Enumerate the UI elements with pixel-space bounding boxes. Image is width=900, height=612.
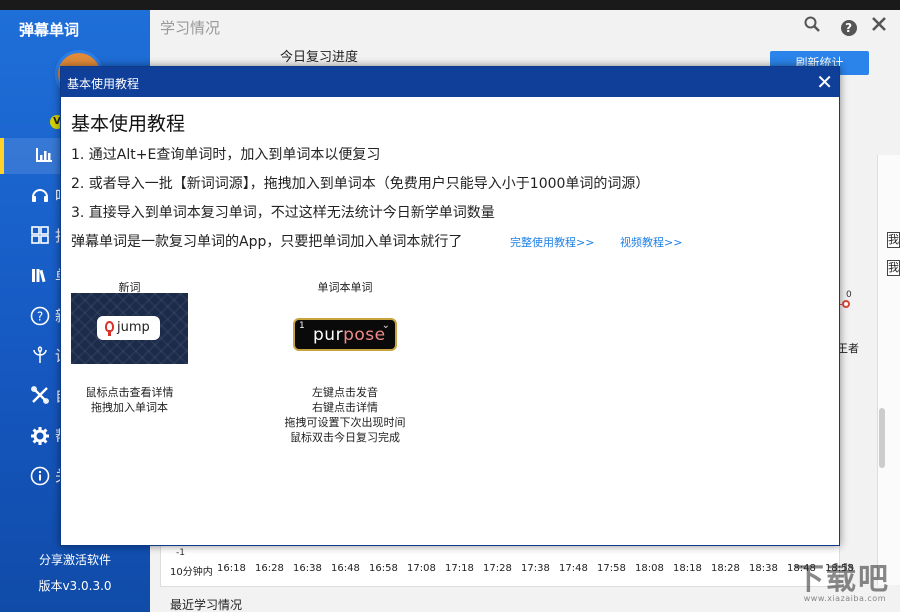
- tutorial-dialog: 基本使用教程 ✕ 基本使用教程 1. 通过Alt+E查询单词时，加入到单词本以便…: [60, 66, 840, 546]
- new-word-desc: 鼠标点击查看详情 拖拽加入单词本: [71, 385, 188, 415]
- desc-line: 右键点击详情: [265, 400, 425, 415]
- wordbook-word-demo[interactable]: 1 ⌄ purpose: [293, 318, 397, 351]
- desc-line: 左键点击发音: [265, 385, 425, 400]
- dialog-title-bar: 基本使用教程 ✕: [61, 67, 839, 97]
- bulb-icon: [105, 321, 114, 332]
- intro-text: 弹幕单词是一款复习单词的App，只要把单词加入单词本就行了: [71, 231, 462, 251]
- new-word-demo: jump: [71, 293, 188, 364]
- step-1: 1. 通过Alt+E查询单词时，加入到单词本以便复习: [71, 144, 380, 164]
- desc-line: 鼠标点击查看详情: [71, 385, 188, 400]
- close-icon[interactable]: ✕: [816, 69, 833, 95]
- new-word-text: jump: [117, 320, 150, 335]
- modal-overlay: 基本使用教程 ✕ 基本使用教程 1. 通过Alt+E查询单词时，加入到单词本以便…: [0, 0, 900, 612]
- step-3: 3. 直接导入到单词本复习单词，不过这样无法统计今日新学单词数量: [71, 202, 495, 222]
- wordbook-desc: 左键点击发音 右键点击详情 拖拽可设置下次出现时间 鼠标双击今日复习完成: [265, 385, 425, 445]
- word-index: 1: [299, 321, 305, 331]
- wordbook-word-label: 单词本单词: [285, 279, 405, 295]
- step-2: 2. 或者导入一批【新词词源】，拖拽加入到单词本（免费用户只能导入小于1000单…: [71, 173, 649, 193]
- full-tutorial-link[interactable]: 完整使用教程>>: [510, 234, 594, 250]
- dialog-heading: 基本使用教程: [71, 109, 185, 136]
- video-tutorial-link[interactable]: 视频教程>>: [620, 234, 682, 250]
- wordbook-word-text: purpose: [313, 325, 386, 345]
- desc-line: 拖拽可设置下次出现时间: [265, 415, 425, 430]
- desc-line: 拖拽加入单词本: [71, 400, 188, 415]
- desc-line: 鼠标双击今日复习完成: [265, 430, 425, 445]
- dialog-title: 基本使用教程: [67, 75, 139, 92]
- new-word-chip[interactable]: jump: [97, 316, 160, 340]
